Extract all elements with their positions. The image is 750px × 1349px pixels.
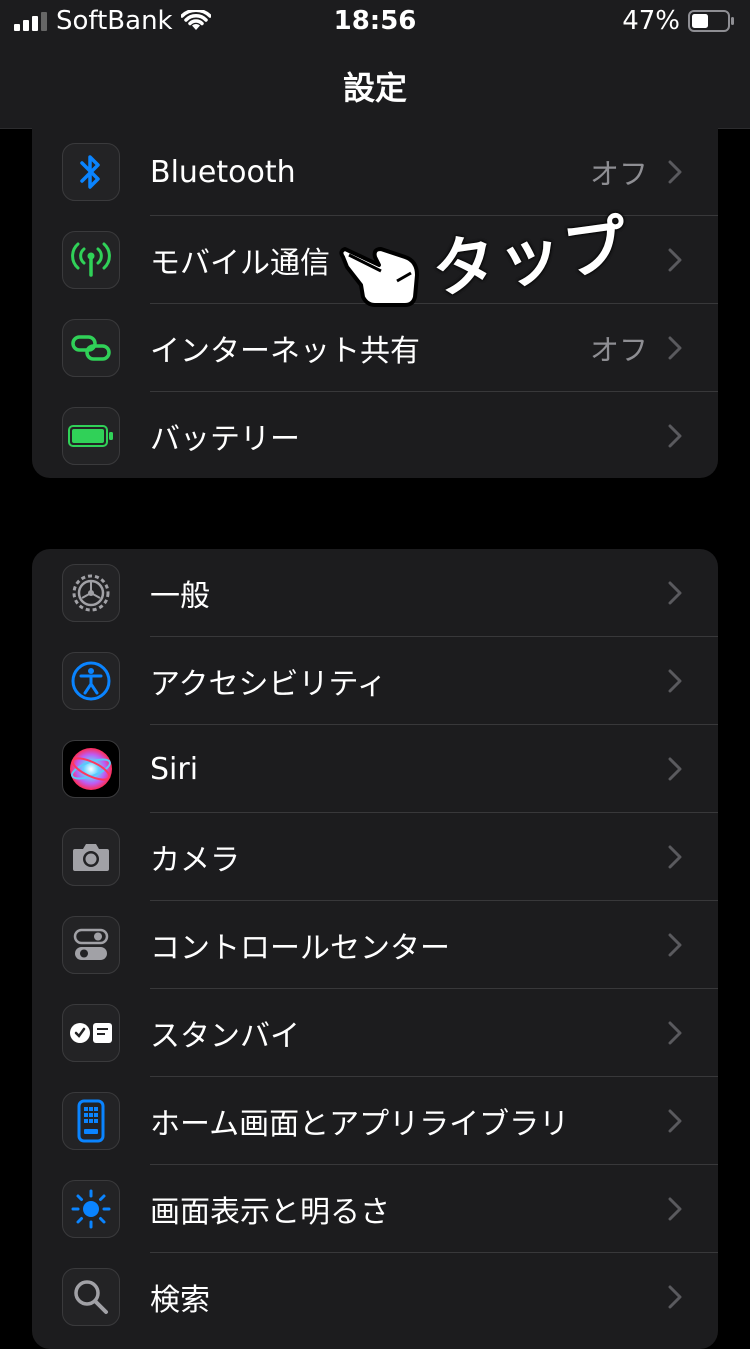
settings-row-battery[interactable]: バッテリー <box>32 392 718 478</box>
antenna-icon <box>62 231 120 289</box>
chevron-right-icon <box>668 1021 682 1045</box>
row-value: オフ <box>589 333 648 367</box>
row-label: インターネット共有 <box>150 334 420 369</box>
settings-row-accessibility[interactable]: アクセシビリティ <box>32 637 718 725</box>
chevron-right-icon <box>668 757 682 781</box>
row-label: モバイル通信 <box>150 246 330 281</box>
chevron-right-icon <box>668 248 682 272</box>
row-label: アクセシビリティ <box>150 667 387 702</box>
row-label: スタンバイ <box>150 1019 300 1054</box>
pointing-hand-icon <box>339 247 419 307</box>
settings-group-general: 一般 アクセシビリティ Siri カメラ コントロールセンター スタンバイ ホー… <box>32 549 718 1349</box>
row-label: Bluetooth <box>150 154 296 190</box>
chevron-right-icon <box>668 1285 682 1309</box>
magnifier-icon <box>62 1268 120 1326</box>
battery-icon <box>62 407 120 465</box>
chevron-right-icon <box>668 581 682 605</box>
settings-row-search[interactable]: 検索 <box>32 1253 718 1341</box>
siri-icon <box>62 740 120 798</box>
brightness-icon <box>62 1180 120 1238</box>
status-bar: SoftBank 18:56 47% <box>0 0 750 44</box>
row-label: バッテリー <box>150 422 300 457</box>
accessibility-icon <box>62 652 120 710</box>
chevron-right-icon <box>668 845 682 869</box>
row-label: 検索 <box>150 1283 210 1318</box>
page-title: 設定 <box>342 69 407 107</box>
settings-row-general[interactable]: 一般 <box>32 549 718 637</box>
row-label: 一般 <box>150 579 210 614</box>
chevron-right-icon <box>668 1197 682 1221</box>
settings-row-standby[interactable]: スタンバイ <box>32 989 718 1077</box>
settings-row-camera[interactable]: カメラ <box>32 813 718 901</box>
row-label: カメラ <box>150 843 240 878</box>
camera-icon <box>62 828 120 886</box>
switches-icon <box>62 916 120 974</box>
chevron-right-icon <box>668 160 682 184</box>
row-label: 画面表示と明るさ <box>150 1195 390 1230</box>
row-label: ホーム画面とアプリライブラリ <box>150 1107 570 1142</box>
gear-icon <box>62 564 120 622</box>
row-label: Siri <box>150 751 199 787</box>
battery-percent: 47% <box>622 6 680 36</box>
home-screen-icon <box>62 1092 120 1150</box>
settings-row-display-brightness[interactable]: 画面表示と明るさ <box>32 1165 718 1253</box>
status-right: 47% <box>622 6 736 36</box>
nav-bar: 設定 <box>0 44 750 129</box>
row-label: コントロールセンター <box>150 931 450 966</box>
settings-row-home-screen[interactable]: ホーム画面とアプリライブラリ <box>32 1077 718 1165</box>
row-value: オフ <box>589 157 648 191</box>
chevron-right-icon <box>668 336 682 360</box>
settings-row-control-center[interactable]: コントロールセンター <box>32 901 718 989</box>
settings-row-personal-hotspot[interactable]: インターネット共有 オフ <box>32 304 718 392</box>
battery-status-icon <box>688 10 734 32</box>
link-icon <box>62 319 120 377</box>
settings-row-siri[interactable]: Siri <box>32 725 718 813</box>
standby-icon <box>62 1004 120 1062</box>
chevron-right-icon <box>668 424 682 448</box>
chevron-right-icon <box>668 1109 682 1133</box>
chevron-right-icon <box>668 933 682 957</box>
bluetooth-icon <box>62 143 120 201</box>
chevron-right-icon <box>668 669 682 693</box>
